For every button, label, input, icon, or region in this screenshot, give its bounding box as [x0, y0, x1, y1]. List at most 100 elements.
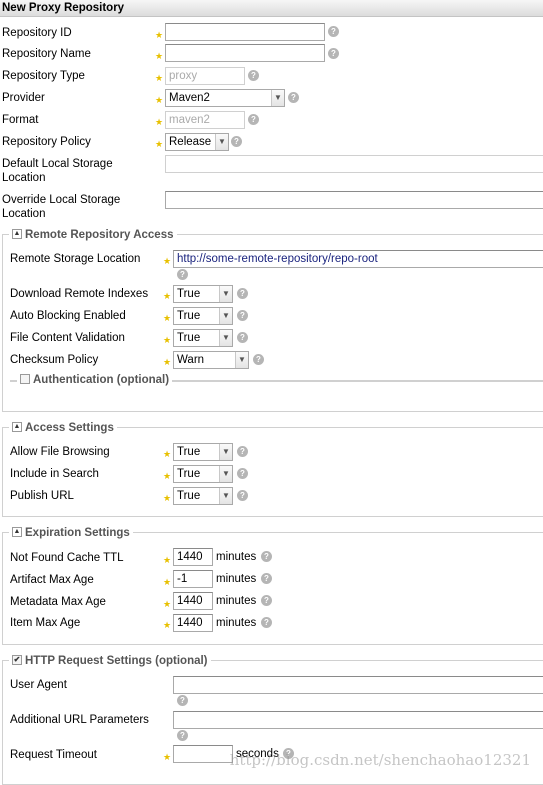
user-agent-label: User Agent: [10, 679, 67, 691]
required-star: ★: [163, 493, 172, 503]
help-icon[interactable]: ?: [288, 92, 299, 103]
repo-name-input[interactable]: [165, 44, 325, 62]
required-star: ★: [163, 357, 172, 367]
checksum-policy-value: Warn: [177, 354, 205, 366]
override-storage-label: Override Local Storage Location: [2, 194, 121, 220]
item-max-age-input[interactable]: 1440: [173, 614, 213, 632]
http-settings-legend[interactable]: ✔ HTTP Request Settings (optional): [9, 654, 211, 668]
collapse-icon[interactable]: ▲: [12, 526, 22, 537]
help-icon[interactable]: ?: [237, 468, 248, 479]
help-icon[interactable]: ?: [261, 573, 272, 584]
expiration-settings-title: Expiration Settings: [25, 527, 130, 539]
help-icon[interactable]: ?: [177, 269, 188, 280]
remote-access-title: Remote Repository Access: [25, 229, 174, 241]
remote-storage-input[interactable]: http://some-remote-repository/repo-root: [173, 250, 543, 268]
help-icon[interactable]: ?: [237, 310, 248, 321]
include-search-value: True: [177, 468, 201, 480]
help-icon[interactable]: ?: [177, 730, 188, 741]
publish-url-select[interactable]: True ▼: [173, 487, 233, 505]
request-timeout-input[interactable]: [173, 745, 233, 763]
chevron-down-icon: ▼: [219, 286, 232, 302]
chevron-down-icon: ▼: [219, 488, 232, 504]
required-star: ★: [163, 599, 172, 609]
http-settings-title: HTTP Request Settings (optional): [25, 655, 208, 667]
help-icon[interactable]: ?: [328, 48, 339, 59]
user-agent-input[interactable]: [173, 676, 543, 694]
publish-url-label: Publish URL: [10, 490, 74, 502]
format-field: maven2: [165, 111, 245, 129]
help-icon[interactable]: ?: [261, 551, 272, 562]
artifact-max-age-input[interactable]: -1: [173, 570, 213, 588]
not-found-ttl-label: Not Found Cache TTL: [10, 552, 124, 564]
repo-id-input[interactable]: [165, 23, 325, 41]
override-storage-input[interactable]: [165, 191, 543, 209]
repo-id-label: Repository ID: [2, 27, 72, 39]
chevron-down-icon: ▼: [219, 444, 232, 460]
repo-type-label: Repository Type: [2, 70, 85, 82]
default-storage-field: [165, 155, 543, 173]
help-icon[interactable]: ?: [253, 354, 264, 365]
item-max-age-label: Item Max Age: [10, 617, 81, 629]
repo-name-label: Repository Name: [2, 48, 91, 60]
provider-value: Maven2: [169, 92, 210, 104]
help-icon[interactable]: ?: [261, 595, 272, 606]
file-validation-value: True: [177, 332, 201, 344]
metadata-max-age-input[interactable]: 1440: [173, 592, 213, 610]
help-icon[interactable]: ?: [237, 490, 248, 501]
expiration-settings-fieldset: [2, 532, 543, 645]
collapse-icon[interactable]: ▲: [12, 228, 22, 239]
expiration-settings-legend[interactable]: ▲ Expiration Settings: [9, 526, 133, 540]
format-label: Format: [2, 114, 39, 126]
watermark: http://blog.csdn.net/shenchaohao12321: [229, 751, 531, 769]
help-icon[interactable]: ?: [231, 136, 242, 147]
help-icon[interactable]: ?: [328, 26, 339, 37]
chevron-down-icon: ▼: [215, 134, 228, 150]
auth-checkbox[interactable]: [20, 373, 30, 384]
url-params-label: Additional URL Parameters: [10, 714, 149, 726]
access-settings-title: Access Settings: [25, 422, 114, 434]
chevron-down-icon: ▼: [235, 352, 248, 368]
collapse-icon[interactable]: ▲: [12, 421, 22, 432]
file-validation-select[interactable]: True ▼: [173, 329, 233, 347]
include-search-select[interactable]: True ▼: [173, 465, 233, 483]
chevron-down-icon: ▼: [271, 90, 284, 106]
checksum-policy-select[interactable]: Warn ▼: [173, 351, 249, 369]
policy-label: Repository Policy: [2, 136, 91, 148]
help-icon[interactable]: ?: [248, 114, 259, 125]
minutes-label: minutes: [216, 551, 257, 563]
download-indexes-label: Download Remote Indexes: [10, 288, 149, 300]
access-settings-legend[interactable]: ▲ Access Settings: [9, 421, 117, 435]
help-icon[interactable]: ?: [237, 288, 248, 299]
required-star: ★: [163, 620, 172, 630]
file-browsing-label: Allow File Browsing: [10, 446, 110, 458]
required-star: ★: [155, 95, 164, 105]
help-icon[interactable]: ?: [237, 446, 248, 457]
request-timeout-label: Request Timeout: [10, 749, 97, 761]
file-validation-label: File Content Validation: [10, 332, 125, 344]
required-star: ★: [163, 577, 172, 587]
required-star: ★: [163, 449, 172, 459]
auto-blocking-select[interactable]: True ▼: [173, 307, 233, 325]
metadata-max-age-label: Metadata Max Age: [10, 596, 106, 608]
remote-access-legend[interactable]: ▲ Remote Repository Access: [9, 228, 177, 242]
required-star: ★: [155, 30, 164, 40]
default-storage-label: Default Local Storage Location: [2, 158, 113, 184]
help-icon[interactable]: ?: [177, 695, 188, 706]
http-settings-checkbox[interactable]: ✔: [12, 654, 22, 665]
repo-type-field: proxy: [165, 67, 245, 85]
policy-select[interactable]: Release ▼: [165, 133, 229, 151]
file-browsing-select[interactable]: True ▼: [173, 443, 233, 461]
provider-select[interactable]: Maven2 ▼: [165, 89, 285, 107]
download-indexes-select[interactable]: True ▼: [173, 285, 233, 303]
auth-legend[interactable]: Authentication (optional): [17, 373, 173, 387]
help-icon[interactable]: ?: [248, 70, 259, 81]
minutes-label: minutes: [216, 617, 257, 629]
auth-title: Authentication (optional): [33, 374, 170, 386]
required-star: ★: [163, 291, 172, 301]
not-found-ttl-input[interactable]: 1440: [173, 548, 213, 566]
required-star: ★: [163, 313, 172, 323]
include-search-label: Include in Search: [10, 468, 99, 480]
help-icon[interactable]: ?: [237, 332, 248, 343]
url-params-input[interactable]: [173, 711, 543, 729]
help-icon[interactable]: ?: [261, 617, 272, 628]
